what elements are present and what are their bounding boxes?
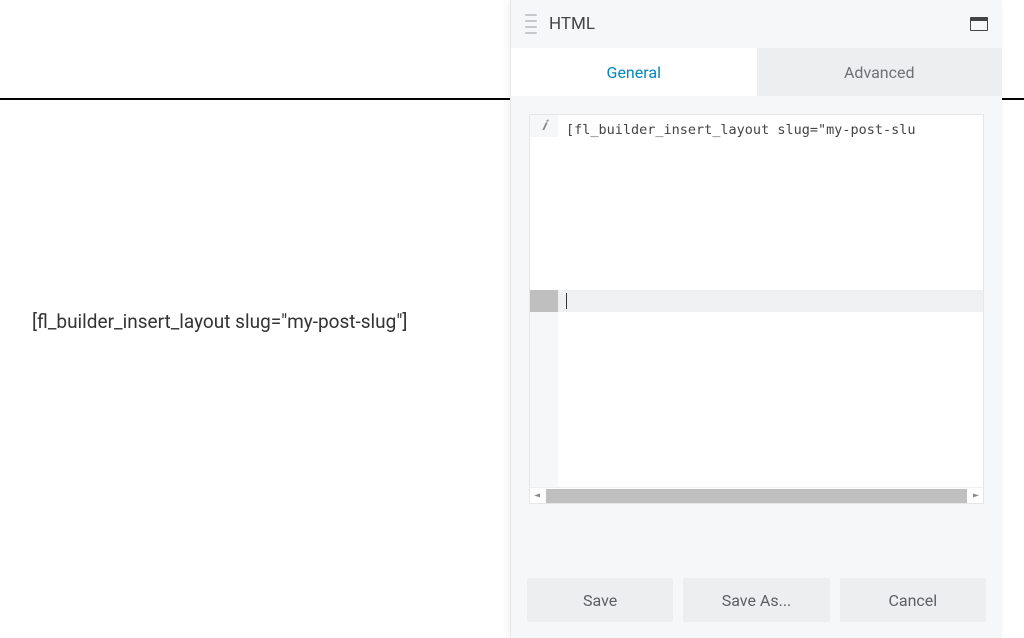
editor-area: 𝒊 [fl_builder_insert_layout slug="my-pos… bbox=[511, 96, 1002, 566]
scroll-left-arrow-icon[interactable]: ◄ bbox=[530, 490, 544, 501]
scroll-right-arrow-icon[interactable]: ► bbox=[969, 490, 983, 501]
code-line-1[interactable]: [fl_builder_insert_layout slug="my-post-… bbox=[566, 119, 975, 141]
window-mode-icon[interactable] bbox=[970, 17, 988, 31]
horizontal-scrollbar[interactable]: ◄ ► bbox=[530, 487, 983, 503]
cancel-button[interactable]: Cancel bbox=[840, 578, 986, 622]
panel-header: HTML bbox=[511, 0, 1002, 48]
settings-panel: HTML General Advanced 𝒊 [fl_builder_inse… bbox=[510, 0, 1002, 638]
gutter-empty bbox=[530, 312, 558, 487]
drag-handle-icon[interactable] bbox=[525, 14, 537, 34]
save-as-button[interactable]: Save As... bbox=[683, 578, 829, 622]
text-cursor bbox=[566, 293, 567, 309]
tab-advanced[interactable]: Advanced bbox=[757, 48, 1003, 96]
active-line-gutter bbox=[530, 290, 558, 312]
panel-footer: Save Save As... Cancel bbox=[511, 566, 1002, 638]
preview-shortcode: [fl_builder_insert_layout slug="my-post-… bbox=[32, 310, 407, 333]
save-button[interactable]: Save bbox=[527, 578, 673, 622]
tab-general[interactable]: General bbox=[511, 48, 757, 96]
panel-title: HTML bbox=[549, 14, 970, 34]
scroll-thumb[interactable] bbox=[546, 489, 967, 503]
code-line-2[interactable] bbox=[530, 290, 983, 312]
panel-tabs: General Advanced bbox=[511, 48, 1002, 96]
gutter-line-indicator-icon: 𝒊 bbox=[542, 119, 546, 137]
code-editor[interactable]: 𝒊 [fl_builder_insert_layout slug="my-pos… bbox=[529, 114, 984, 504]
